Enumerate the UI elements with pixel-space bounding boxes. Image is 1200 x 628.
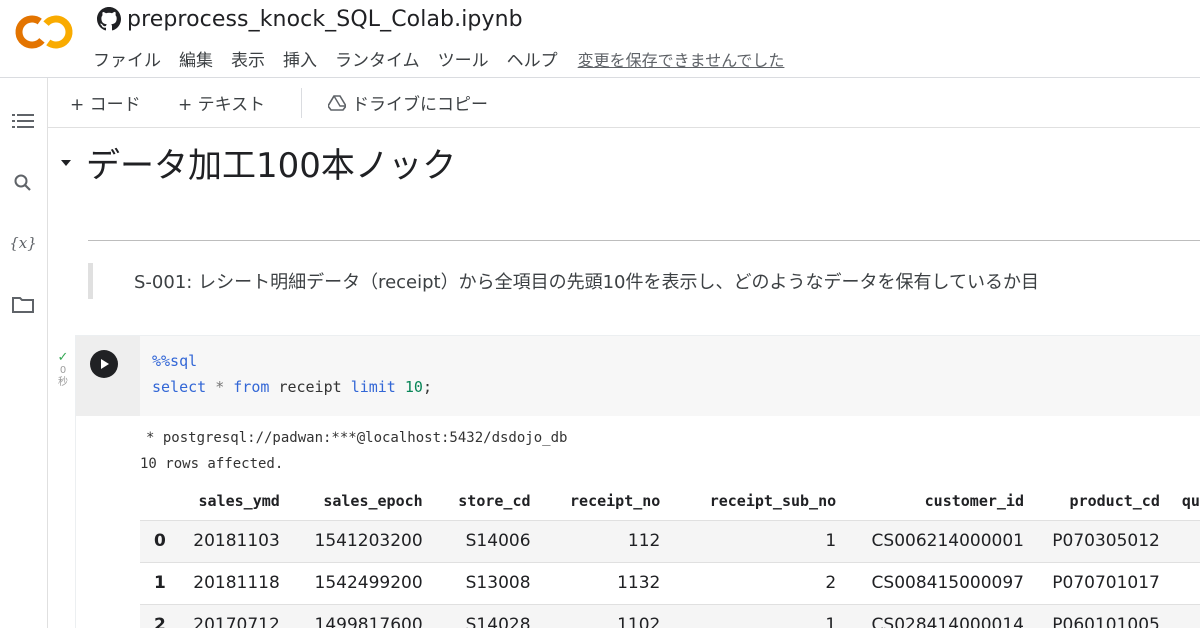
execution-time-value: 0: [59, 365, 67, 376]
table-cell: 20181118: [179, 561, 280, 604]
code-line-magic: %%sql: [152, 352, 198, 370]
menu-tools[interactable]: ツール: [438, 46, 489, 71]
question-text: S-001: レシート明細データ（receipt）から全項目の先頭10件を表示し…: [134, 272, 1039, 293]
execution-time: 0秒: [52, 365, 74, 389]
row-index: 1: [140, 561, 180, 604]
search-icon[interactable]: [10, 170, 36, 196]
code-token-number: 10: [404, 378, 423, 396]
table-cell: 20170712: [179, 603, 280, 628]
table-cell: CS006214000001: [836, 519, 1024, 562]
column-header: store_cd: [458, 491, 531, 510]
cell-gutter: [76, 336, 140, 416]
table-cell: 1102: [530, 603, 661, 628]
left-sidebar: {x}: [0, 78, 48, 628]
column-header: qu: [1181, 491, 1200, 510]
check-icon: ✓: [57, 350, 69, 365]
heading-title: データ加工100本ノック: [86, 146, 457, 186]
row-index: 2: [140, 603, 180, 628]
add-code-button[interactable]: + コード: [70, 90, 141, 115]
table-cell: 1541203200: [279, 519, 423, 562]
table-cell: 1542499200: [279, 561, 423, 604]
table-row: 2 20170712 1499817600 S14028 1102 1 CS02…: [140, 603, 1200, 628]
table-cell: 1: [660, 519, 837, 562]
menu-runtime[interactable]: ランタイム: [335, 46, 420, 71]
table-cell: S14028: [422, 603, 531, 628]
code-cell[interactable]: %%sql select * from receipt limit 10; * …: [76, 336, 1200, 628]
execution-status: ✓ 0秒: [52, 350, 74, 389]
column-header: receipt_sub_no: [709, 491, 837, 510]
notebook-area: データ加工100本ノック S-001: レシート明細データ（receipt）から…: [48, 128, 1200, 628]
menu-edit[interactable]: 編集: [179, 46, 213, 71]
table-cell: S14006: [422, 519, 531, 562]
run-cell-button[interactable]: [90, 350, 118, 378]
menu-help[interactable]: ヘルプ: [507, 46, 558, 71]
table-cell: CS008415000097: [836, 561, 1024, 604]
table-cell: 20181103: [179, 519, 280, 562]
column-header: [140, 482, 180, 520]
table-cell: P070305012: [1023, 519, 1160, 562]
menu-insert[interactable]: 挿入: [283, 46, 317, 71]
table-cell: 2: [660, 561, 837, 604]
column-header: sales_ymd: [198, 491, 280, 510]
code-token-select: select: [152, 378, 207, 396]
play-icon: [101, 359, 109, 369]
table-cell: P060101005: [1023, 603, 1160, 628]
code-token-from: from: [233, 378, 270, 396]
row-index: 0: [140, 519, 180, 562]
column-header: receipt_no: [570, 491, 661, 510]
section-heading: データ加工100本ノック: [56, 138, 456, 187]
menu-bar: ファイル 編集 表示 挿入 ランタイム ツール ヘルプ 変更を保存できませんでし…: [93, 46, 785, 72]
github-icon: [97, 7, 121, 31]
variables-icon[interactable]: {x}: [10, 230, 36, 256]
code-token-star: *: [215, 378, 225, 396]
code-token-limit: limit: [350, 378, 396, 396]
horizontal-rule: [88, 240, 1200, 241]
table-cell: CS028414000014: [836, 603, 1024, 628]
table-cell: 1499817600: [279, 603, 423, 628]
title-row: preprocess_knock_SQL_Colab.ipynb: [97, 5, 523, 33]
column-header: sales_epoch: [323, 491, 423, 510]
toc-icon[interactable]: [10, 108, 36, 134]
copy-to-drive-button[interactable]: ドライブにコピー: [328, 90, 488, 115]
drive-icon: [328, 94, 346, 111]
table-cell: 1: [660, 603, 837, 628]
save-warning-link[interactable]: 変更を保存できませんでした: [578, 47, 785, 71]
connection-string: * postgresql://padwan:***@localhost:5432…: [146, 430, 568, 446]
table-cell: P070701017: [1023, 561, 1160, 604]
table-cell: S13008: [422, 561, 531, 604]
code-token-table: receipt: [278, 378, 342, 396]
table-header-row: sales_ymd sales_epoch store_cd receipt_n…: [140, 482, 1200, 520]
column-header: product_cd: [1069, 491, 1160, 510]
code-line-query: select * from receipt limit 10;: [152, 378, 432, 396]
column-header: customer_id: [924, 491, 1024, 510]
table-row: 0 20181103 1541203200 S14006 112 1 CS006…: [140, 519, 1200, 562]
add-text-button[interactable]: + テキスト: [178, 90, 265, 115]
execution-time-unit: 秒: [58, 377, 68, 388]
menu-view[interactable]: 表示: [231, 46, 265, 71]
code-editor[interactable]: %%sql select * from receipt limit 10;: [140, 336, 1200, 416]
table-row: 1 20181118 1542499200 S13008 1132 2 CS00…: [140, 561, 1200, 604]
table-cell: 112: [530, 519, 661, 562]
blockquote-bar: [88, 263, 93, 299]
toolbar: + コード + テキスト ドライブにコピー: [48, 78, 1200, 128]
collapse-caret-icon[interactable]: [56, 153, 76, 173]
rows-affected-text: 10 rows affected.: [140, 456, 284, 472]
svg-text:{x}: {x}: [10, 234, 36, 252]
code-token-semicolon: ;: [422, 378, 432, 396]
notebook-title[interactable]: preprocess_knock_SQL_Colab.ipynb: [127, 7, 523, 32]
result-table: sales_ymd sales_epoch store_cd receipt_n…: [140, 482, 1200, 628]
cell-output: * postgresql://padwan:***@localhost:5432…: [140, 416, 1200, 628]
toolbar-divider: [301, 88, 302, 118]
colab-logo[interactable]: [14, 14, 74, 50]
files-icon[interactable]: [10, 292, 36, 318]
app-header: preprocess_knock_SQL_Colab.ipynb ファイル 編集…: [0, 0, 1200, 78]
copy-to-drive-label: ドライブにコピー: [352, 95, 488, 115]
table-cell: 1132: [530, 561, 661, 604]
menu-file[interactable]: ファイル: [93, 46, 161, 71]
